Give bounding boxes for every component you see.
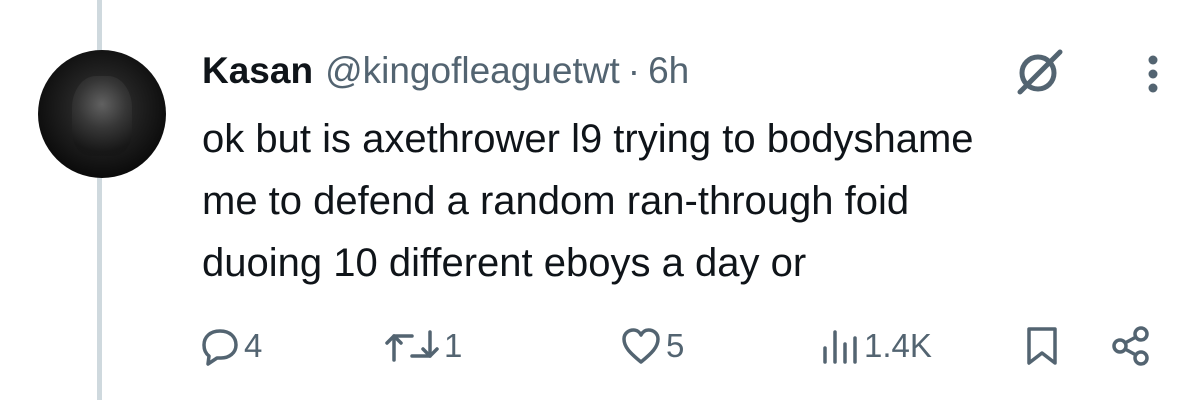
author-name[interactable]: Kasan <box>202 50 313 92</box>
views-button[interactable]: 1.4K <box>820 318 932 374</box>
avatar[interactable] <box>38 50 166 178</box>
reply-count: 4 <box>244 327 263 364</box>
repost-count: 1 <box>444 327 463 364</box>
avatar-figure <box>72 76 132 156</box>
share-icon <box>1112 326 1149 366</box>
author-handle[interactable]: @kingofleaguetwt <box>325 50 620 92</box>
tweet-text-line: ok but is axethrower l9 trying to bodysh… <box>202 117 974 161</box>
views-count: 1.4K <box>864 327 932 364</box>
grok-icon[interactable] <box>1012 46 1068 96</box>
tweet-text-line: duoing 10 different eboys a day or <box>202 241 807 285</box>
more-icon[interactable] <box>1140 52 1166 96</box>
bookmark-icon <box>1027 327 1057 365</box>
tweet-timestamp[interactable]: 6h <box>648 50 689 92</box>
repost-button[interactable]: 1 <box>384 318 462 374</box>
reply-button[interactable]: 4 <box>200 318 262 374</box>
like-button[interactable]: 5 <box>620 318 684 374</box>
views-icon <box>823 330 857 364</box>
repost-icon <box>385 330 439 362</box>
reply-icon <box>202 329 238 366</box>
tweet-header: Kasan @kingofleaguetwt · 6h <box>202 46 689 96</box>
tweet-text: ok but is axethrower l9 trying to bodysh… <box>202 108 1162 294</box>
like-count: 5 <box>666 327 685 364</box>
heart-icon <box>622 328 660 364</box>
action-bar: 4 1 5 1.4K <box>200 318 1170 374</box>
bookmark-button[interactable] <box>1024 318 1060 374</box>
separator-dot: · <box>627 50 641 91</box>
tweet-text-line: me to defend a random ran-through foid <box>202 179 910 223</box>
share-button[interactable] <box>1110 318 1152 374</box>
